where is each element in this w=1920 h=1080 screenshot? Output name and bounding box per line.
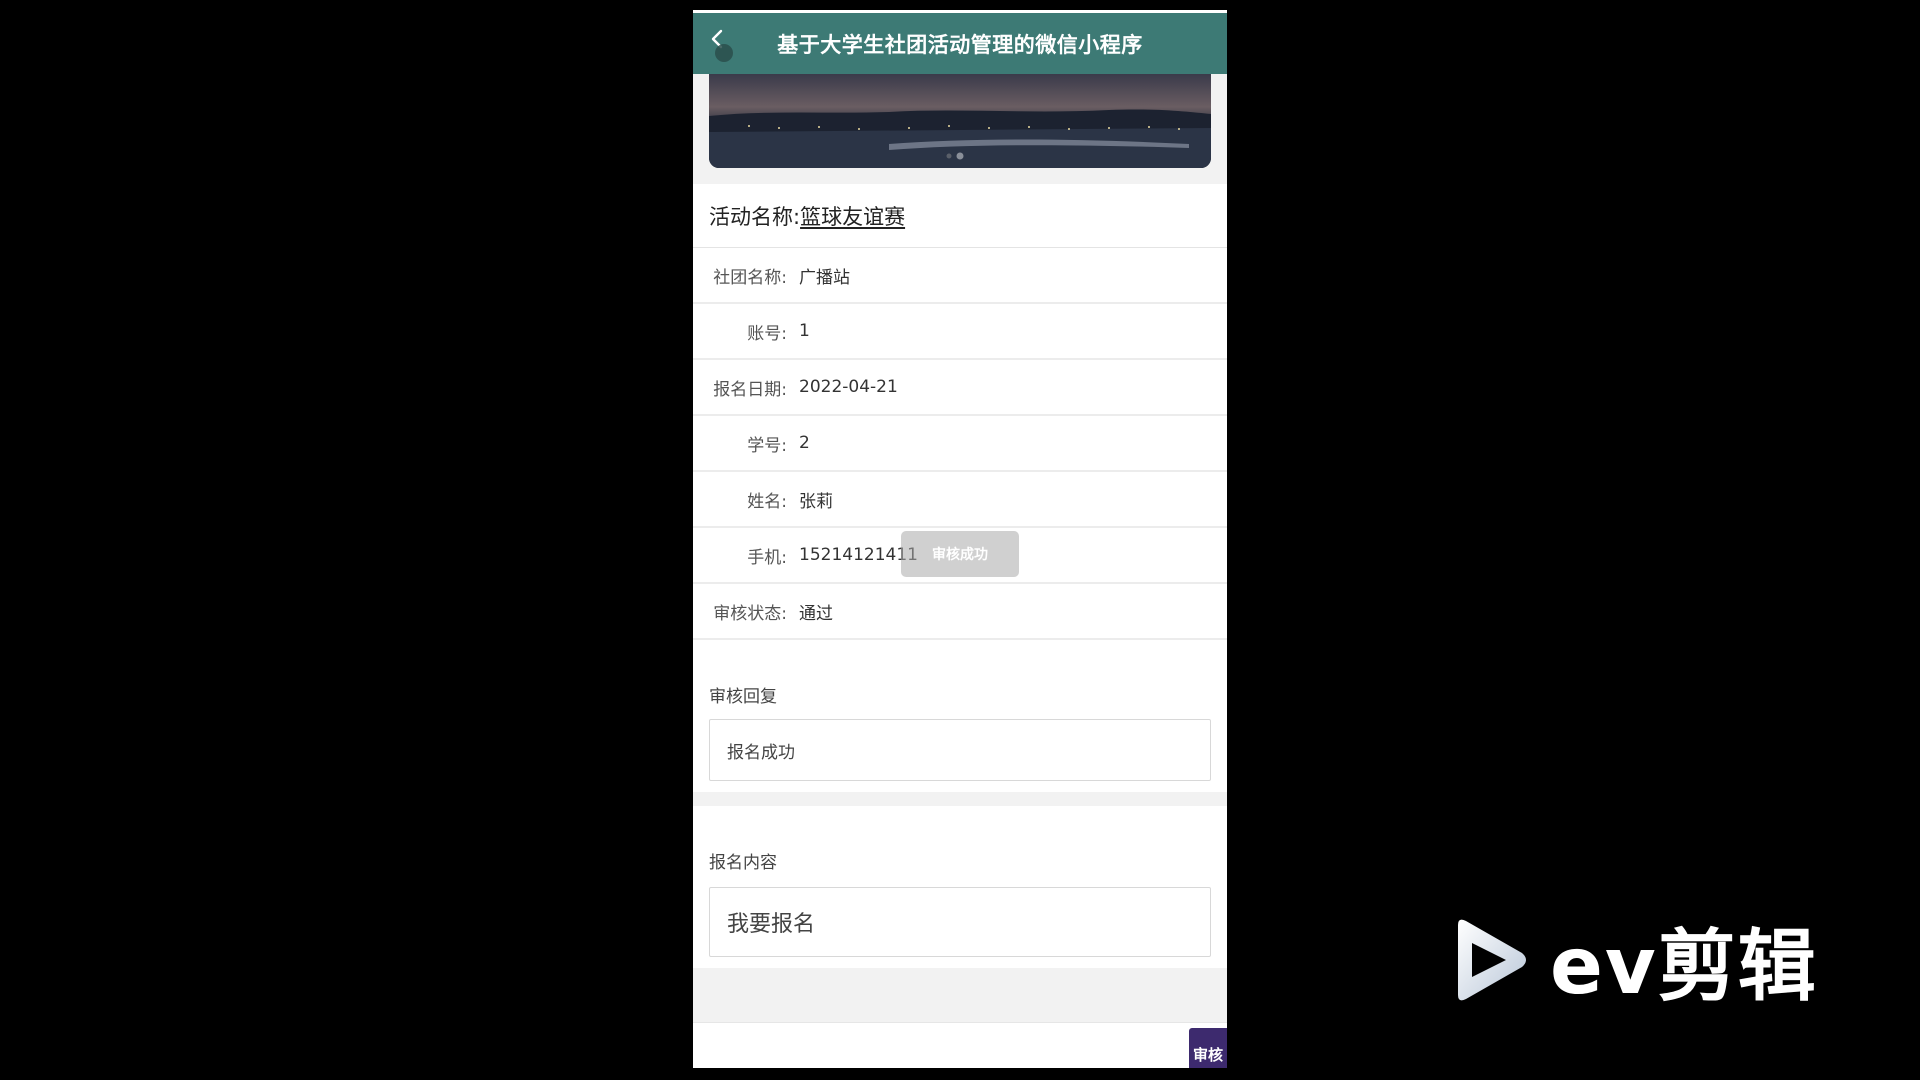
detail-label: 手机: bbox=[747, 547, 787, 568]
play-logo-icon bbox=[1458, 919, 1526, 1001]
detail-list: 社团名称: 广播站 账号: 1 报名日期: 2022-04-21 学号: 2 姓… bbox=[693, 248, 1227, 640]
audit-button[interactable]: 审核 bbox=[1189, 1028, 1227, 1068]
detail-row-student-id: 学号: 2 bbox=[693, 416, 1227, 472]
ev-watermark: ev剪辑 bbox=[1450, 915, 1818, 1012]
detail-label: 学号: bbox=[747, 435, 787, 456]
activity-label: 活动名称: bbox=[709, 204, 801, 229]
detail-label: 社团名称: bbox=[713, 267, 787, 288]
page-title: 基于大学生社团活动管理的微信小程序 bbox=[777, 32, 1143, 57]
phone-screen: 基于大学生社团活动管理的微信小程序 活动名称: 篮球友谊赛 社团名称: 广播站 … bbox=[693, 10, 1227, 1068]
toast-message: 审核成功 bbox=[901, 531, 1019, 577]
bottom-bar bbox=[693, 1022, 1227, 1068]
detail-label: 姓名: bbox=[747, 491, 787, 512]
nav-bar: 基于大学生社团活动管理的微信小程序 bbox=[693, 10, 1227, 74]
section-divider bbox=[693, 968, 1227, 1022]
reply-section: 审核回复 报名成功 bbox=[693, 642, 1227, 792]
activity-name: 篮球友谊赛 bbox=[800, 204, 906, 229]
detail-label: 审核状态: bbox=[713, 603, 787, 624]
detail-value: 张莉 bbox=[799, 491, 833, 512]
detail-row-name: 姓名: 张莉 bbox=[693, 472, 1227, 528]
detail-value: 1 bbox=[799, 321, 810, 341]
detail-label: 报名日期: bbox=[713, 379, 787, 400]
back-arrow-icon[interactable] bbox=[707, 25, 741, 65]
banner-area bbox=[693, 74, 1227, 184]
activity-title-row: 活动名称: 篮球友谊赛 bbox=[693, 184, 1227, 248]
content-field[interactable]: 我要报名 bbox=[709, 887, 1211, 957]
detail-value: 2022-04-21 bbox=[799, 377, 898, 397]
banner-image[interactable] bbox=[709, 74, 1211, 168]
detail-row-club: 社团名称: 广播站 bbox=[693, 248, 1227, 304]
content-label: 报名内容 bbox=[709, 853, 777, 873]
content-section: 报名内容 我要报名 bbox=[693, 806, 1227, 968]
detail-label: 账号: bbox=[747, 323, 787, 344]
detail-value: 通过 bbox=[799, 603, 833, 624]
detail-row-date: 报名日期: 2022-04-21 bbox=[693, 360, 1227, 416]
watermark-text: ev剪辑 bbox=[1550, 922, 1818, 1012]
detail-value: 2 bbox=[799, 433, 810, 453]
reply-label: 审核回复 bbox=[709, 687, 777, 707]
detail-row-status: 审核状态: 通过 bbox=[693, 584, 1227, 640]
reply-field[interactable]: 报名成功 bbox=[709, 719, 1211, 781]
section-divider bbox=[693, 792, 1227, 806]
detail-value: 广播站 bbox=[799, 267, 850, 288]
detail-row-account: 账号: 1 bbox=[693, 304, 1227, 360]
